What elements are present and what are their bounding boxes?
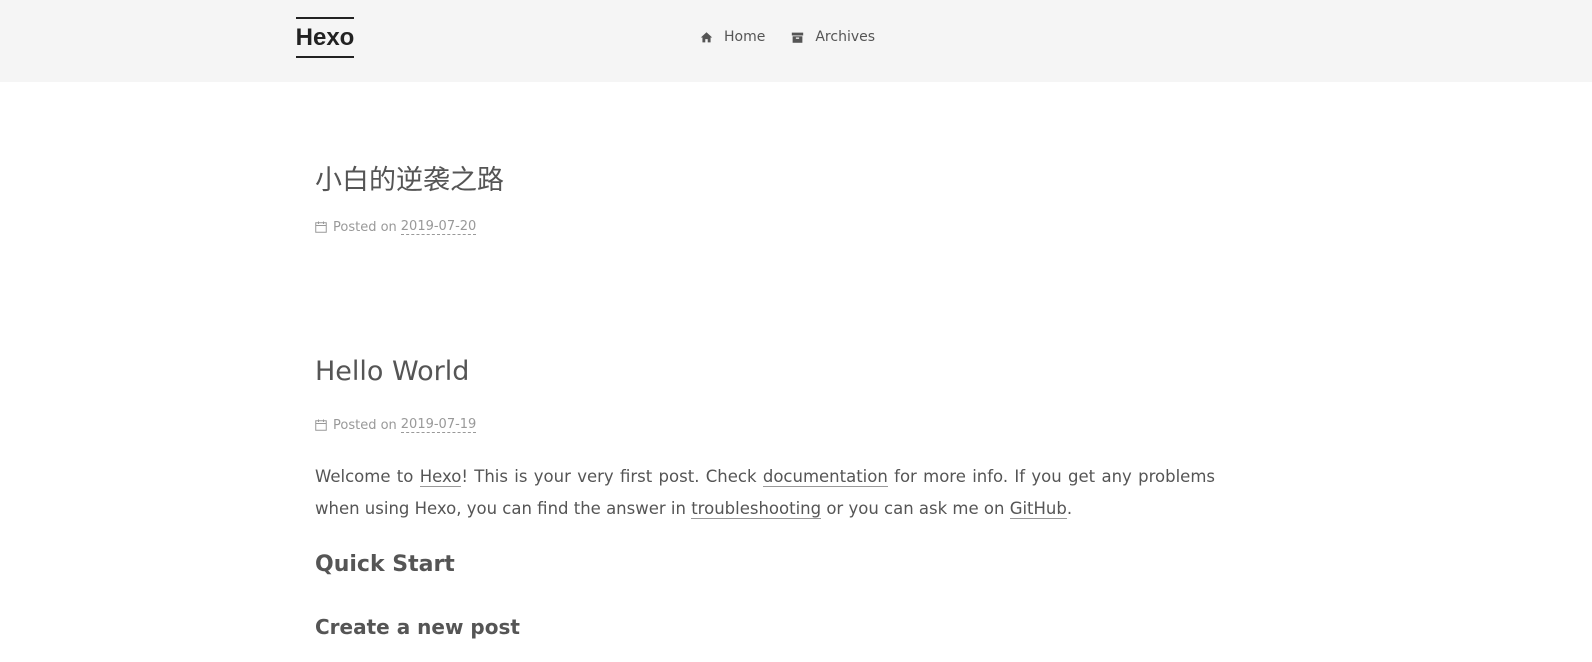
posted-on-label: Posted on xyxy=(333,417,397,433)
troubleshooting-link[interactable]: troubleshooting xyxy=(691,498,822,519)
post-date[interactable]: 2019-07-20 xyxy=(400,219,477,235)
calendar-icon xyxy=(315,221,327,233)
section-heading: Quick Start xyxy=(315,552,455,577)
home-icon xyxy=(700,31,713,44)
menu-item-archives[interactable]: Archives xyxy=(791,29,875,45)
menu-item-label: Archives xyxy=(815,29,876,45)
post-meta: Posted on 2019-07-20 xyxy=(315,219,477,235)
body-text: or you can ask me on xyxy=(821,498,1010,518)
hexo-link[interactable]: Hexo xyxy=(419,467,462,487)
archive-icon xyxy=(791,31,804,44)
menu-item-label: Home xyxy=(724,29,766,45)
post-title[interactable]: 小白的逆袭之路 xyxy=(315,158,504,197)
post-meta: Posted on 2019-07-19 xyxy=(315,417,477,433)
body-text: . xyxy=(1066,498,1073,518)
post-title[interactable]: Hello World xyxy=(315,356,469,387)
post-date[interactable]: 2019-07-19 xyxy=(400,417,477,433)
github-link[interactable]: GitHub xyxy=(1009,498,1067,519)
posted-on-label: Posted on xyxy=(333,219,397,235)
body-text: ! This is your very first post. Check xyxy=(461,467,763,486)
calendar-icon xyxy=(315,419,327,431)
main-menu: Home Archives xyxy=(700,29,901,45)
menu-item-home[interactable]: Home xyxy=(700,29,765,45)
body-text: Welcome to xyxy=(315,467,420,486)
site-header: Hexo Home Archives xyxy=(0,0,1592,82)
site-title: Hexo xyxy=(295,23,355,51)
documentation-link[interactable]: documentation xyxy=(762,467,888,487)
site-logo[interactable]: Hexo xyxy=(296,17,354,58)
post-excerpt: Welcome to Hexo! This is your very first… xyxy=(315,461,1215,524)
subsection-heading: Create a new post xyxy=(315,615,520,639)
